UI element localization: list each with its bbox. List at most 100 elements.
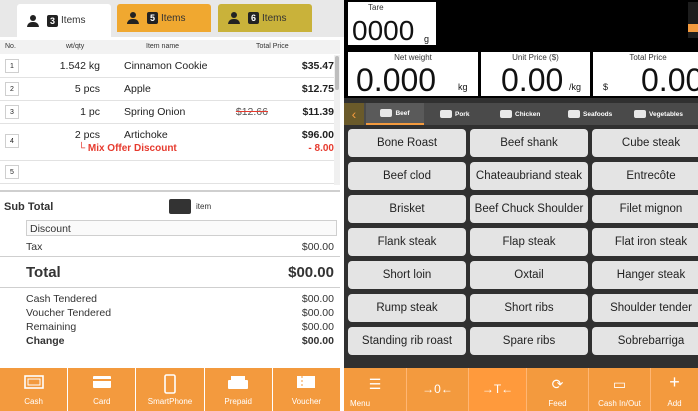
beef-icon	[380, 109, 393, 117]
row-discount-label: └ Mix Offer Discount	[78, 143, 177, 154]
menu-button[interactable]: ☰ Menu	[344, 368, 406, 411]
product-button[interactable]: Chateaubriand steak	[470, 162, 588, 190]
product-button[interactable]: Brisket	[348, 195, 466, 223]
net-weight-display: Net weight 0.000 kg	[348, 52, 478, 98]
voucher-button[interactable]: Voucher	[273, 368, 340, 411]
remaining-value: $00.00	[301, 321, 334, 333]
person-icon	[228, 12, 240, 24]
row-price: $35.47	[301, 60, 334, 72]
order-tab-2[interactable]: 5 Items	[117, 4, 211, 32]
tax-value: $00.00	[301, 241, 334, 253]
cash-in-out-button[interactable]: ▭ Cash In/Out	[588, 368, 650, 411]
product-button[interactable]: Flank steak	[348, 228, 466, 256]
table-row[interactable]: 5	[0, 161, 340, 184]
product-button[interactable]: Short loin	[348, 261, 466, 289]
voucher-tendered-label: Voucher Tendered	[26, 307, 112, 319]
order-tab-3[interactable]: 6 Items	[218, 4, 312, 32]
order-summary: Sub Total item Discount Tax $00.00 Total…	[0, 190, 340, 347]
category-vegetables[interactable]: Vegetables	[634, 103, 683, 125]
prepaid-button[interactable]: Prepaid	[205, 368, 273, 411]
total-price-display: Total Price 0.00 $	[593, 52, 698, 98]
chevron-left-icon[interactable]: ‹	[344, 103, 364, 125]
person-icon	[27, 14, 39, 27]
discount-field[interactable]: Discount	[26, 220, 337, 236]
row-price: $11.39	[302, 106, 334, 118]
zero-button[interactable]: →0←	[406, 368, 468, 411]
row-number: 4	[5, 134, 19, 148]
product-button[interactable]: Short ribs	[470, 294, 588, 322]
row-discount-amount: - 8.00	[308, 143, 334, 154]
row-original-price: $12.66	[235, 106, 268, 118]
product-button[interactable]: Beef Chuck Shoulder	[470, 195, 588, 223]
tare-display: Tare 0000 g	[348, 2, 436, 46]
category-seafoods[interactable]: Seafoods	[568, 103, 612, 125]
item-word: item	[196, 202, 212, 211]
total-label: Total	[26, 264, 61, 281]
tab-count: 5	[147, 12, 159, 24]
order-tab-1[interactable]: 3 Items	[17, 4, 111, 37]
row-number: 1	[5, 59, 19, 73]
product-button[interactable]: Bone Roast	[348, 129, 466, 157]
product-button[interactable]: Shoulder tender	[592, 294, 698, 322]
prepaid-label: Prepaid	[224, 397, 252, 406]
row-name: Cinnamon Cookie	[124, 60, 208, 72]
add-button[interactable]: + Add	[650, 368, 698, 411]
cash-tendered-label: Cash Tendered	[26, 293, 98, 305]
category-label: Chicken	[515, 110, 541, 118]
product-button[interactable]: Filet mignon	[592, 195, 698, 223]
product-button[interactable]: Sobrebarriga	[592, 327, 698, 355]
remaining-row: Remaining $00.00	[0, 319, 340, 333]
cash-tendered-value: $00.00	[301, 293, 334, 305]
scrollbar-thumb[interactable]	[335, 56, 339, 90]
product-button[interactable]: Flat iron steak	[592, 228, 698, 256]
row-qty: 1 pc	[80, 106, 100, 118]
table-row[interactable]: 2 5 pcs Apple $12.75	[0, 78, 340, 101]
feed-icon: ⟳	[551, 376, 564, 392]
change-row: Change $00.00	[0, 333, 340, 347]
cash-in-out-label: Cash In/Out	[598, 399, 641, 408]
product-button[interactable]: Beef clod	[348, 162, 466, 190]
col-no: No.	[5, 43, 16, 50]
subtotal-row: Sub Total item	[0, 192, 340, 220]
product-button[interactable]: Standing rib roast	[348, 327, 466, 355]
unit-price-unit: /kg	[569, 82, 582, 92]
menu-label: Menu	[350, 399, 371, 408]
product-button[interactable]: Rump steak	[348, 294, 466, 322]
voucher-tendered-value: $00.00	[301, 307, 334, 319]
row-name: Apple	[124, 83, 151, 95]
card-label: Card	[93, 397, 111, 406]
feed-button[interactable]: ⟳ Feed	[526, 368, 588, 411]
smartphone-button[interactable]: SmartPhone	[136, 368, 205, 411]
table-row[interactable]: 4 2 pcs Artichoke └ Mix Offer Discount $…	[0, 124, 340, 161]
product-button[interactable]: Beef shank	[470, 129, 588, 157]
category-pork[interactable]: Pork	[440, 103, 469, 125]
card-button[interactable]: Card	[68, 368, 137, 411]
row-name: Artichoke	[124, 129, 168, 141]
product-button[interactable]: Entrecôte	[592, 162, 698, 190]
fish-icon	[568, 110, 580, 118]
product-button[interactable]: Cube steak	[592, 129, 698, 157]
unit-price-value: 0.00	[501, 62, 564, 98]
plus-icon: +	[669, 372, 680, 392]
category-beef[interactable]: Beef	[366, 103, 424, 125]
tare-value: 0000	[352, 15, 415, 46]
status-flag	[688, 2, 698, 38]
unit-price-caption: Unit Price ($)	[512, 53, 559, 62]
category-bar: ‹ Beef Pork Chicken Seafoods Vegetables	[344, 103, 698, 125]
table-row[interactable]: 1 1.542 kg Cinnamon Cookie $35.47	[0, 55, 340, 78]
product-button[interactable]: Flap steak	[470, 228, 588, 256]
item-count-box	[169, 199, 191, 214]
product-button[interactable]: Hanger steak	[592, 261, 698, 289]
category-label: Seafoods	[583, 110, 613, 118]
table-row[interactable]: 3 1 pc Spring Onion $12.66 $11.39	[0, 101, 340, 124]
category-chicken[interactable]: Chicken	[500, 103, 540, 125]
row-qty: 5 pcs	[74, 83, 100, 95]
unit-price-display: Unit Price ($) 0.00 /kg	[481, 52, 590, 98]
col-total: Total Price	[256, 43, 289, 50]
prepaid-card-icon	[228, 376, 249, 389]
product-button[interactable]: Spare ribs	[470, 327, 588, 355]
product-button[interactable]: Oxtail	[470, 261, 588, 289]
cash-button[interactable]: Cash	[0, 368, 69, 411]
cash-drawer-icon: ▭	[612, 376, 627, 392]
tare-button[interactable]: →T←	[468, 368, 526, 411]
